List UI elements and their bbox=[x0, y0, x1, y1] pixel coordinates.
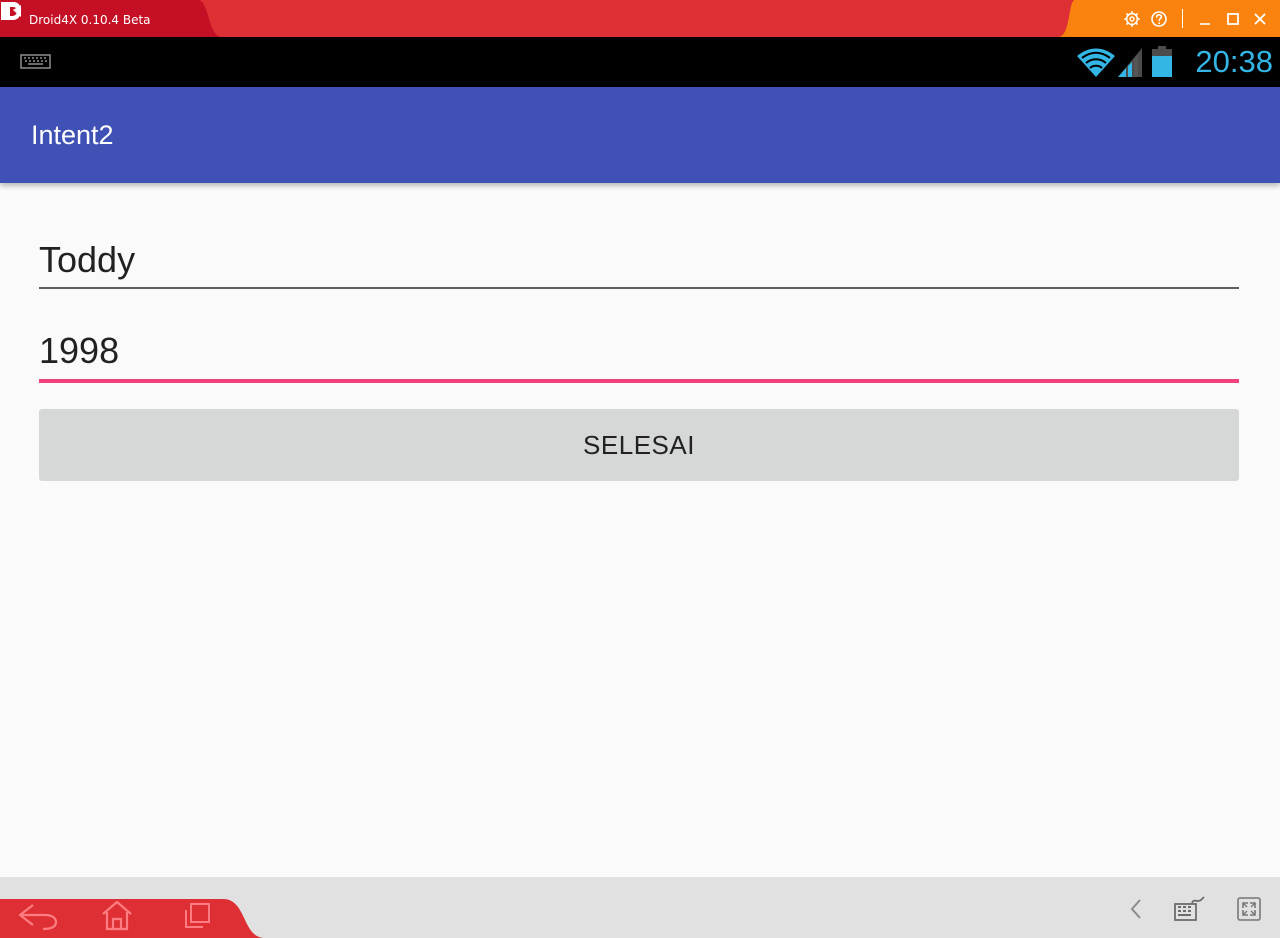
settings-icon[interactable] bbox=[1123, 10, 1141, 28]
year-input-focused-underline bbox=[39, 379, 1239, 383]
close-icon[interactable] bbox=[1251, 10, 1269, 28]
fullscreen-icon[interactable] bbox=[1236, 896, 1262, 922]
minimize-icon[interactable] bbox=[1196, 10, 1214, 28]
window-control-divider bbox=[1182, 9, 1183, 28]
emulator-title-bar: Droid4X 0.10.4 Beta bbox=[0, 0, 1280, 37]
app-title-text: Intent2 bbox=[31, 120, 114, 150]
home-icon[interactable] bbox=[99, 899, 135, 932]
title-tab: Droid4X 0.10.4 Beta bbox=[0, 0, 222, 37]
wifi-icon bbox=[1077, 48, 1115, 77]
name-input[interactable]: Toddy bbox=[39, 238, 1239, 282]
app-title: Droid4X 0.10.4 Beta bbox=[29, 13, 151, 27]
name-input-underline bbox=[39, 287, 1239, 289]
android-status-bar: 20:38 bbox=[0, 37, 1280, 87]
main-content: Toddy 1998 SELESAI bbox=[0, 183, 1280, 877]
droid4x-logo-icon bbox=[1, 2, 21, 20]
keyboard-mapper-icon[interactable] bbox=[1174, 895, 1206, 923]
window-controls bbox=[1058, 0, 1280, 37]
emulator-bottom-bar bbox=[0, 877, 1280, 938]
status-time: 20:38 bbox=[1195, 44, 1273, 79]
maximize-icon[interactable] bbox=[1224, 10, 1242, 28]
droid4x-window: Droid4X 0.10.4 Beta 20:38 Intent2 Toddy … bbox=[0, 0, 1280, 938]
year-input[interactable]: 1998 bbox=[39, 329, 1239, 373]
back-icon[interactable] bbox=[15, 900, 59, 931]
help-icon[interactable] bbox=[1150, 10, 1168, 28]
app-toolbar: Intent2 bbox=[0, 87, 1280, 183]
battery-icon bbox=[1152, 46, 1172, 77]
signal-icon bbox=[1118, 48, 1142, 77]
collapse-icon[interactable] bbox=[1127, 897, 1145, 921]
recent-apps-icon[interactable] bbox=[182, 900, 212, 930]
selesai-button[interactable]: SELESAI bbox=[39, 409, 1239, 481]
keyboard-icon bbox=[20, 54, 51, 69]
